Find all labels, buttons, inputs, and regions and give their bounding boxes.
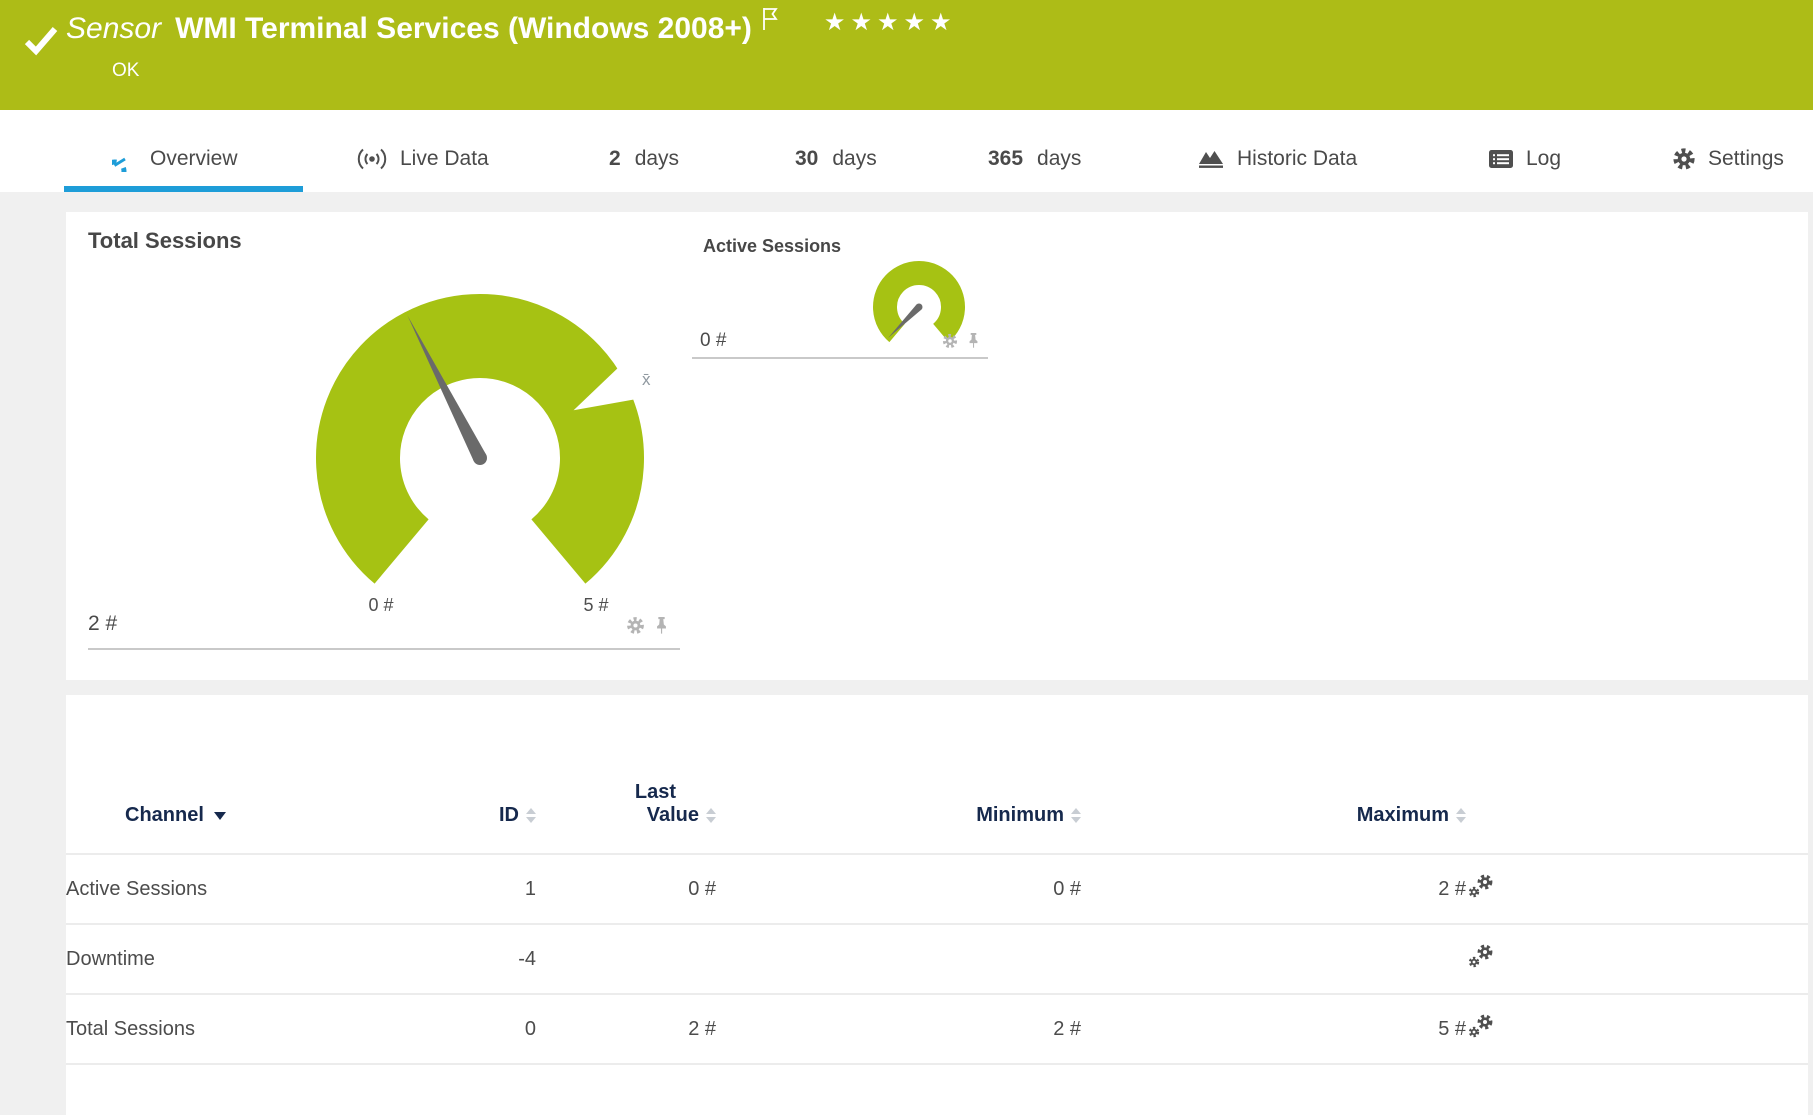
gauge-settings-gear-icon[interactable]	[942, 333, 958, 349]
total-sessions-gauge-title: Total Sessions	[88, 228, 242, 253]
average-marker-label: x̄	[642, 370, 651, 389]
sort-arrows-icon	[526, 808, 536, 823]
total-sessions-gauge	[316, 294, 644, 584]
column-header-id-label: ID	[499, 804, 519, 826]
gear-icon	[1672, 147, 1696, 171]
column-header-minimum[interactable]: Minimum	[716, 695, 1081, 855]
tab-log[interactable]: Log	[1488, 110, 1561, 192]
tab-30-days-number: 30	[795, 147, 819, 170]
channel-name[interactable]: Downtime	[66, 924, 476, 995]
tab-bar: Overview Live Data 2 days 30 days 365 da…	[0, 110, 1813, 192]
table-row: Total Sessions 0 2 # 2 # 5 #	[66, 994, 1808, 1065]
column-header-value-label: Value	[646, 804, 699, 826]
channel-maximum: 2 #	[1081, 854, 1466, 925]
tab-historic-data-label: Historic Data	[1237, 147, 1358, 170]
tab-2-days-number: 2	[609, 147, 621, 170]
tab-live-data-label: Live Data	[400, 147, 489, 170]
active-sessions-value: 0 #	[700, 330, 727, 351]
page-title: WMI Terminal Services (Windows 2008+)	[175, 12, 752, 45]
tab-settings-label: Settings	[1708, 147, 1784, 170]
channel-settings-gears-icon[interactable]	[1466, 942, 1496, 970]
object-type-label: Sensor	[66, 12, 162, 45]
channels-panel: Channel ID Last Value Minimum Maximum Ac…	[66, 695, 1808, 1115]
channel-minimum: 2 #	[716, 994, 1081, 1065]
gauge-divider	[692, 357, 988, 359]
column-header-last-value[interactable]: Last Value	[536, 695, 716, 855]
tab-settings[interactable]: Settings	[1672, 110, 1784, 192]
channel-minimum	[716, 924, 1081, 995]
tab-30-days[interactable]: 30 days	[795, 110, 877, 192]
channel-id: 0	[476, 994, 536, 1065]
gauge-divider	[88, 648, 680, 650]
status-badge: OK	[112, 60, 140, 81]
table-row: Active Sessions 1 0 # 0 # 2 #	[66, 854, 1808, 925]
tab-overview-label: Overview	[150, 147, 238, 170]
sort-descending-icon	[213, 811, 226, 820]
tab-30-days-label: days	[832, 147, 877, 170]
channel-maximum	[1081, 924, 1466, 995]
column-header-maximum[interactable]: Maximum	[1081, 695, 1466, 855]
channel-id: -4	[476, 924, 536, 995]
channel-name[interactable]: Total Sessions	[66, 994, 476, 1065]
tab-2-days[interactable]: 2 days	[609, 110, 679, 192]
flag-icon[interactable]	[760, 6, 780, 32]
area-chart-icon	[1197, 147, 1225, 171]
channel-id: 1	[476, 854, 536, 925]
channel-last-value: 0 #	[536, 854, 716, 925]
channel-maximum: 5 #	[1081, 994, 1466, 1065]
sort-arrows-icon	[1071, 808, 1081, 823]
sort-arrows-icon	[706, 808, 716, 823]
priority-stars[interactable]: ★★★★★	[824, 8, 957, 36]
status-check-icon	[24, 26, 58, 56]
gauge-scale-max: 5 #	[583, 595, 609, 615]
sensor-status-header: Sensor WMI Terminal Services (Windows 20…	[0, 0, 1813, 110]
tab-2-days-label: days	[634, 147, 680, 170]
gauge-pin-icon[interactable]	[653, 616, 670, 635]
column-header-id[interactable]: ID	[476, 695, 536, 855]
channel-last-value	[536, 924, 716, 995]
column-header-maximum-label: Maximum	[1356, 804, 1449, 826]
column-header-minimum-label: Minimum	[976, 804, 1064, 826]
column-header-channel[interactable]: Channel	[66, 695, 476, 855]
gauge-settings-gear-icon[interactable]	[626, 616, 645, 635]
channel-minimum: 0 #	[716, 854, 1081, 925]
channel-last-value: 2 #	[536, 994, 716, 1065]
active-sessions-gauge-title: Active Sessions	[703, 236, 842, 256]
live-data-icon	[356, 146, 388, 172]
active-tab-underline	[64, 186, 303, 192]
channels-table: Channel ID Last Value Minimum Maximum Ac…	[66, 695, 1808, 1065]
gauge-icon	[112, 146, 138, 172]
gauge-pin-icon[interactable]	[966, 332, 981, 349]
tab-365-days-number: 365	[988, 147, 1024, 170]
gauges-panel: Total Sessions x̄ 0 # 5 # 2 # Active Ses…	[66, 212, 1808, 680]
log-icon	[1488, 148, 1514, 170]
tab-overview[interactable]: Overview	[112, 110, 238, 192]
total-sessions-value: 2 #	[88, 612, 118, 635]
table-row: Downtime -4	[66, 924, 1808, 995]
sort-arrows-icon	[1456, 808, 1466, 823]
tab-log-label: Log	[1526, 147, 1562, 170]
column-header-channel-label: Channel	[125, 804, 204, 826]
channel-name[interactable]: Active Sessions	[66, 854, 476, 925]
tab-365-days[interactable]: 365 days	[988, 110, 1081, 192]
channel-settings-gears-icon[interactable]	[1466, 872, 1496, 900]
channel-settings-gears-icon[interactable]	[1466, 1012, 1496, 1040]
tab-historic-data[interactable]: Historic Data	[1197, 110, 1357, 192]
column-header-actions	[1466, 695, 1808, 855]
tab-live-data[interactable]: Live Data	[356, 110, 489, 192]
tab-365-days-label: days	[1037, 147, 1082, 170]
column-header-last-label: Last	[634, 781, 676, 803]
gauge-scale-min: 0 #	[368, 595, 394, 615]
